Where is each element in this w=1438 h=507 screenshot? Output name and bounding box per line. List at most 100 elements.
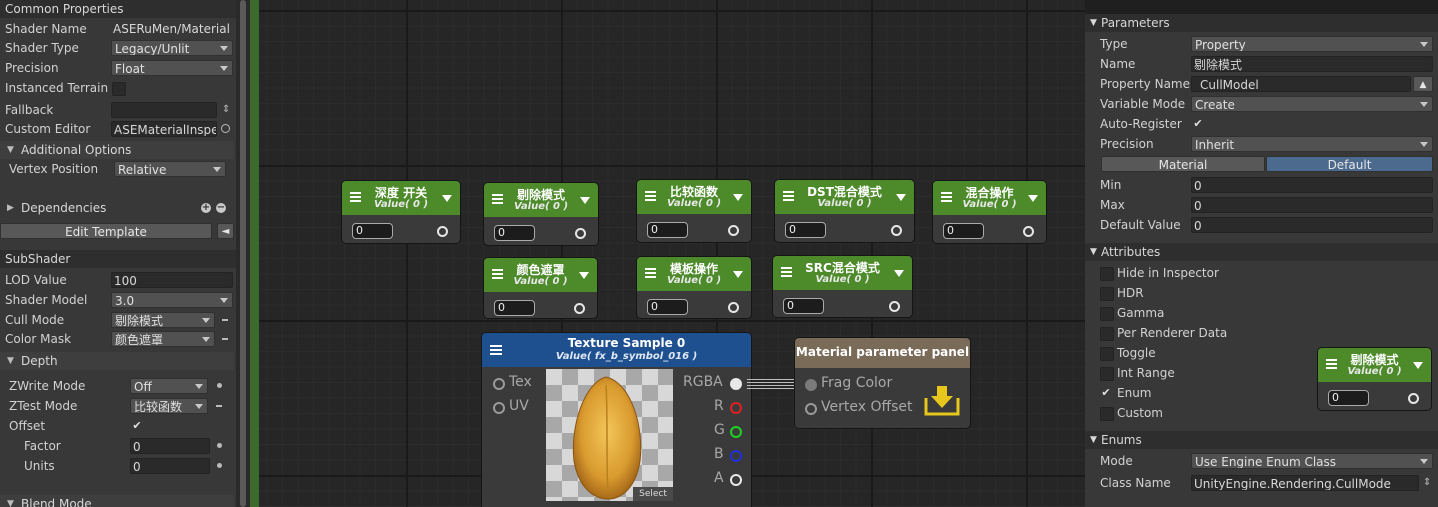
lod-value-field[interactable]: 100 <box>111 272 233 288</box>
menu-icon[interactable] <box>645 191 656 201</box>
mode-dropdown[interactable]: Use Engine Enum Class <box>1191 453 1433 469</box>
factor-field[interactable]: 0 <box>130 438 210 454</box>
node-value-input[interactable]: 0 <box>785 222 826 238</box>
attributes-header[interactable]: ▼ Attributes <box>1085 243 1438 261</box>
offset-checkbox[interactable]: ✔ <box>131 420 143 432</box>
output-port-b[interactable] <box>730 450 742 462</box>
attribute-checkbox[interactable] <box>1100 367 1114 381</box>
additional-options-foldout[interactable]: ▼ Additional Options <box>0 141 234 159</box>
output-port[interactable] <box>891 225 902 236</box>
output-port[interactable] <box>1023 226 1034 237</box>
output-port[interactable] <box>574 303 585 314</box>
property-node[interactable]: 模板操作 Value( 0 ) 0 <box>637 257 751 318</box>
color-mask-dropdown[interactable]: 颜色遮罩 <box>111 331 215 347</box>
connection-wire[interactable] <box>747 379 799 389</box>
expand-triangle-icon[interactable] <box>442 195 452 202</box>
node-header[interactable]: DST混合模式 Value( 0 ) <box>775 180 914 214</box>
blend-mode-foldout[interactable]: ▼ Blend Mode <box>0 495 234 507</box>
menu-icon[interactable] <box>941 192 952 202</box>
node-header[interactable]: 模板操作 Value( 0 ) <box>637 257 751 291</box>
name-field[interactable]: 剔除模式 <box>1191 56 1433 72</box>
input-port-vertex-offset[interactable] <box>805 403 817 415</box>
instanced-terrain-checkbox[interactable] <box>112 82 126 96</box>
node-value-input[interactable]: 0 <box>1328 390 1369 406</box>
property-node[interactable]: SRC混合模式 Value( 0 ) 0 <box>773 256 912 317</box>
menu-icon[interactable] <box>350 192 361 202</box>
node-header[interactable]: 比较函数 Value( 0 ) <box>637 180 751 214</box>
node-header[interactable]: SRC混合模式 Value( 0 ) <box>773 256 912 290</box>
output-port[interactable] <box>1408 393 1419 404</box>
expand-triangle-icon[interactable] <box>580 197 590 204</box>
tab-default[interactable]: Default <box>1266 156 1433 172</box>
menu-icon[interactable] <box>492 194 503 204</box>
vertex-position-dropdown[interactable]: Relative <box>114 161 226 177</box>
menu-icon[interactable] <box>490 345 502 355</box>
expand-triangle-icon[interactable] <box>1028 195 1038 202</box>
property-node[interactable]: 颜色遮罩 Value( 0 ) 0 <box>484 258 597 318</box>
node-header[interactable]: Material parameter panel <box>795 338 970 368</box>
node-value-input[interactable]: 0 <box>494 225 535 241</box>
texture-sample-node[interactable]: Texture Sample 0 Value( fx_b_symbol_016 … <box>482 333 751 507</box>
attribute-checkbox[interactable] <box>1100 407 1114 421</box>
add-icon[interactable]: + <box>201 203 211 213</box>
inline-property-icon[interactable] <box>222 319 228 321</box>
common-properties-header[interactable]: Common Properties <box>0 0 236 18</box>
attribute-checkbox[interactable]: ✔ <box>1100 387 1112 399</box>
property-node[interactable]: DST混合模式 Value( 0 ) 0 <box>775 180 914 242</box>
menu-icon[interactable] <box>492 269 503 279</box>
attribute-checkbox[interactable] <box>1100 287 1114 301</box>
custom-editor-field[interactable]: ASEMaterialInspe <box>111 121 217 137</box>
zwrite-dropdown[interactable]: Off <box>130 378 208 394</box>
output-port-a[interactable] <box>730 474 742 486</box>
inline-property-icon[interactable] <box>217 443 222 448</box>
units-field[interactable]: 0 <box>130 458 210 474</box>
inline-property-icon[interactable] <box>217 383 222 388</box>
menu-icon[interactable] <box>781 267 792 277</box>
output-port-g[interactable] <box>730 426 742 438</box>
edit-template-button[interactable]: Edit Template <box>0 223 212 239</box>
property-node[interactable]: 比较函数 Value( 0 ) 0 <box>637 180 751 242</box>
stepper-arrows-icon[interactable]: ⇕ <box>222 101 230 119</box>
shader-model-dropdown[interactable]: 3.0 <box>111 292 233 308</box>
open-template-icon[interactable]: ◄ <box>217 223 234 239</box>
material-output-node[interactable]: Material parameter panel Frag Color Vert… <box>795 338 970 428</box>
enums-header[interactable]: ▼ Enums <box>1085 431 1438 449</box>
output-port-r[interactable] <box>730 402 742 414</box>
input-port-tex[interactable] <box>493 378 505 390</box>
output-port[interactable] <box>575 228 586 239</box>
subshader-header[interactable]: SubShader <box>0 250 236 268</box>
node-header[interactable]: 混合操作 Value( 0 ) <box>933 181 1046 215</box>
attribute-checkbox[interactable] <box>1100 267 1114 281</box>
node-value-input[interactable]: 0 <box>783 298 824 314</box>
precision-dropdown[interactable]: Float <box>111 60 233 76</box>
property-node-preview[interactable]: 剔除模式 Value( 0 ) 0 <box>1318 348 1431 410</box>
node-header[interactable]: 颜色遮罩 Value( 0 ) <box>484 258 597 292</box>
lock-icon[interactable]: ▲ <box>1413 76 1433 92</box>
expand-triangle-icon[interactable] <box>1413 362 1423 369</box>
attribute-checkbox[interactable] <box>1100 347 1114 361</box>
expand-triangle-icon[interactable] <box>733 271 743 278</box>
object-picker-icon[interactable] <box>221 124 230 133</box>
node-value-input[interactable]: 0 <box>647 222 688 238</box>
expand-triangle-icon[interactable] <box>733 194 743 201</box>
input-port-uv[interactable] <box>493 402 505 414</box>
expand-triangle-icon[interactable] <box>579 272 589 279</box>
expand-triangle-icon[interactable] <box>894 270 904 277</box>
depth-foldout[interactable]: ▼ Depth <box>0 352 234 370</box>
variable-mode-dropdown[interactable]: Create <box>1191 96 1433 112</box>
remove-icon[interactable]: − <box>216 203 226 213</box>
node-header[interactable]: 剔除模式 Value( 0 ) <box>1318 348 1431 382</box>
menu-icon[interactable] <box>783 191 794 201</box>
type-dropdown[interactable]: Property <box>1191 36 1433 52</box>
attribute-checkbox[interactable] <box>1100 327 1114 341</box>
class-name-field[interactable]: UnityEngine.Rendering.CullMode <box>1191 475 1419 491</box>
property-node[interactable]: 混合操作 Value( 0 ) 0 <box>933 181 1046 243</box>
scrollbar-thumb[interactable] <box>240 0 246 507</box>
inline-property-icon[interactable] <box>217 463 222 468</box>
inline-property-icon[interactable] <box>216 405 222 407</box>
max-field[interactable]: 0 <box>1191 197 1433 213</box>
texture-preview[interactable]: Select <box>546 369 673 501</box>
shader-name-field[interactable]: ASERuMen/Material <box>111 21 233 37</box>
output-port[interactable] <box>437 226 448 237</box>
property-name-field[interactable]: _CullModel <box>1191 76 1411 92</box>
